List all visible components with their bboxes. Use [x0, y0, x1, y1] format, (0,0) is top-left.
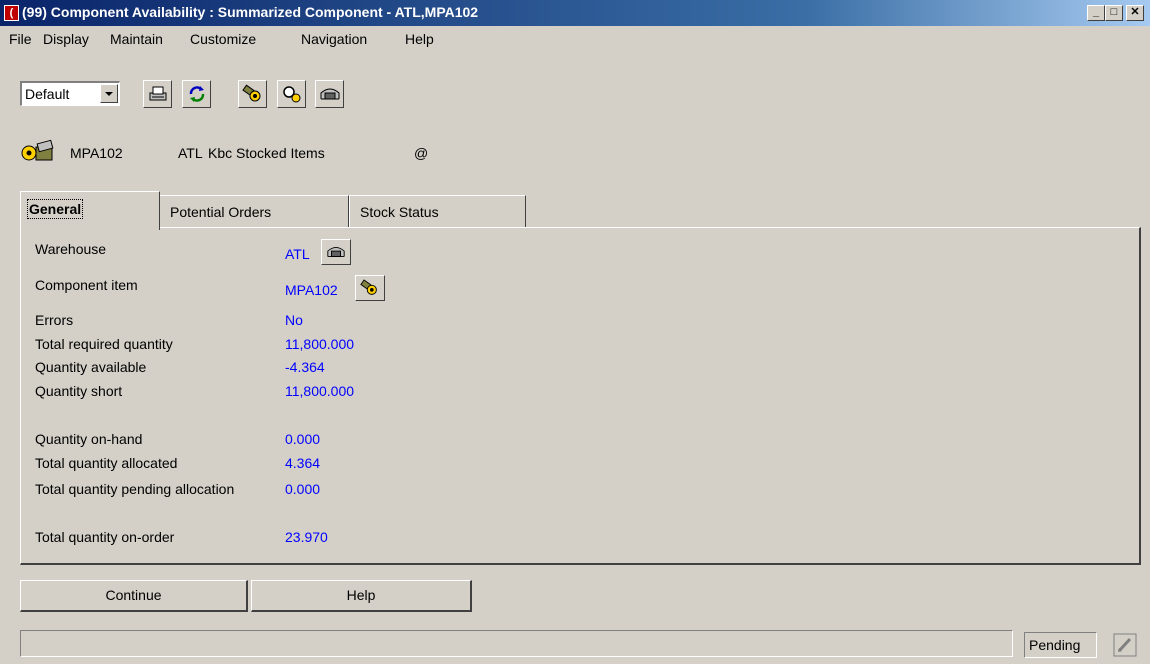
item-icon — [242, 84, 261, 102]
warehouse-icon — [320, 88, 340, 100]
warehouse-lookup-button[interactable] — [321, 239, 351, 265]
quantity-onhand-value: 0.000 — [285, 431, 321, 447]
warehouse-button[interactable] — [315, 80, 344, 108]
tab-general[interactable]: General — [20, 191, 160, 230]
total-required-label: Total required quantity — [35, 336, 173, 352]
menu-maintain[interactable]: Maintain — [110, 31, 163, 47]
header-symbol: @ — [414, 145, 429, 161]
continue-button[interactable]: Continue — [20, 580, 248, 612]
refresh-button[interactable] — [182, 80, 211, 108]
edit-icon[interactable] — [1113, 633, 1137, 657]
component-item-lookup-button[interactable] — [355, 275, 385, 301]
header-item: MPA102 — [70, 145, 123, 161]
tab-general-label: General — [26, 199, 84, 219]
search-item-button[interactable] — [277, 80, 306, 108]
app-icon[interactable]: ( — [4, 5, 19, 21]
quantity-onhand-label: Quantity on-hand — [35, 431, 143, 447]
quantity-short-value: 11,800.000 — [285, 383, 355, 399]
component-item-label: Component item — [35, 277, 138, 293]
item-icon — [360, 279, 377, 295]
search-item-icon — [283, 86, 301, 103]
print-button[interactable] — [143, 80, 172, 108]
quantity-available-label: Quantity available — [35, 359, 147, 375]
tab-stock-status[interactable]: Stock Status — [349, 195, 526, 228]
menu-bar: File Display Maintain Customize Navigati… — [0, 28, 1150, 50]
printer-icon — [149, 86, 167, 101]
status-message — [20, 630, 1013, 657]
quantity-available-value: -4.364 — [285, 359, 325, 375]
help-button[interactable]: Help — [251, 580, 472, 612]
minimize-button[interactable]: _ — [1087, 5, 1105, 21]
tab-potential-orders-label: Potential Orders — [170, 204, 272, 220]
on-order-label: Total quantity on-order — [35, 529, 175, 545]
component-item-value: MPA102 — [285, 282, 338, 298]
pending-allocation-value: 0.000 — [285, 481, 321, 497]
view-select[interactable]: Default — [20, 81, 120, 106]
errors-label: Errors — [35, 312, 74, 328]
close-button[interactable]: ✕ — [1126, 5, 1144, 21]
window-title: (99) Component Availability : Summarized… — [22, 4, 479, 20]
pending-allocation-label: Total quantity pending allocation — [35, 481, 235, 497]
on-order-value: 23.970 — [285, 529, 328, 545]
quantity-short-label: Quantity short — [35, 383, 123, 399]
total-required-value: 11,800.000 — [285, 336, 355, 352]
tab-stock-status-label: Stock Status — [360, 204, 439, 220]
header-warehouse: ATL — [178, 145, 203, 161]
general-panel — [20, 227, 1141, 565]
warehouse-icon — [327, 247, 345, 257]
menu-navigation[interactable]: Navigation — [301, 31, 367, 47]
menu-customize[interactable]: Customize — [190, 31, 256, 47]
menu-display[interactable]: Display — [43, 31, 89, 47]
status-mode: Pending — [1024, 632, 1097, 658]
total-allocated-label: Total quantity allocated — [35, 455, 178, 471]
maximize-button[interactable]: □ — [1105, 5, 1123, 21]
title-bar: ( (99) Component Availability : Summariz… — [0, 0, 1150, 26]
header-description: Kbc Stocked Items — [208, 145, 325, 161]
total-allocated-value: 4.364 — [285, 455, 321, 471]
view-select-value: Default — [25, 86, 70, 102]
component-icon — [21, 139, 54, 161]
errors-value: No — [285, 312, 303, 328]
refresh-icon — [189, 86, 205, 102]
menu-file[interactable]: File — [9, 31, 32, 47]
item-button[interactable] — [238, 80, 267, 108]
warehouse-value: ATL — [285, 246, 310, 262]
tab-potential-orders[interactable]: Potential Orders — [159, 195, 349, 228]
warehouse-label: Warehouse — [35, 241, 107, 257]
chevron-down-icon[interactable] — [100, 84, 118, 103]
menu-help[interactable]: Help — [405, 31, 434, 47]
